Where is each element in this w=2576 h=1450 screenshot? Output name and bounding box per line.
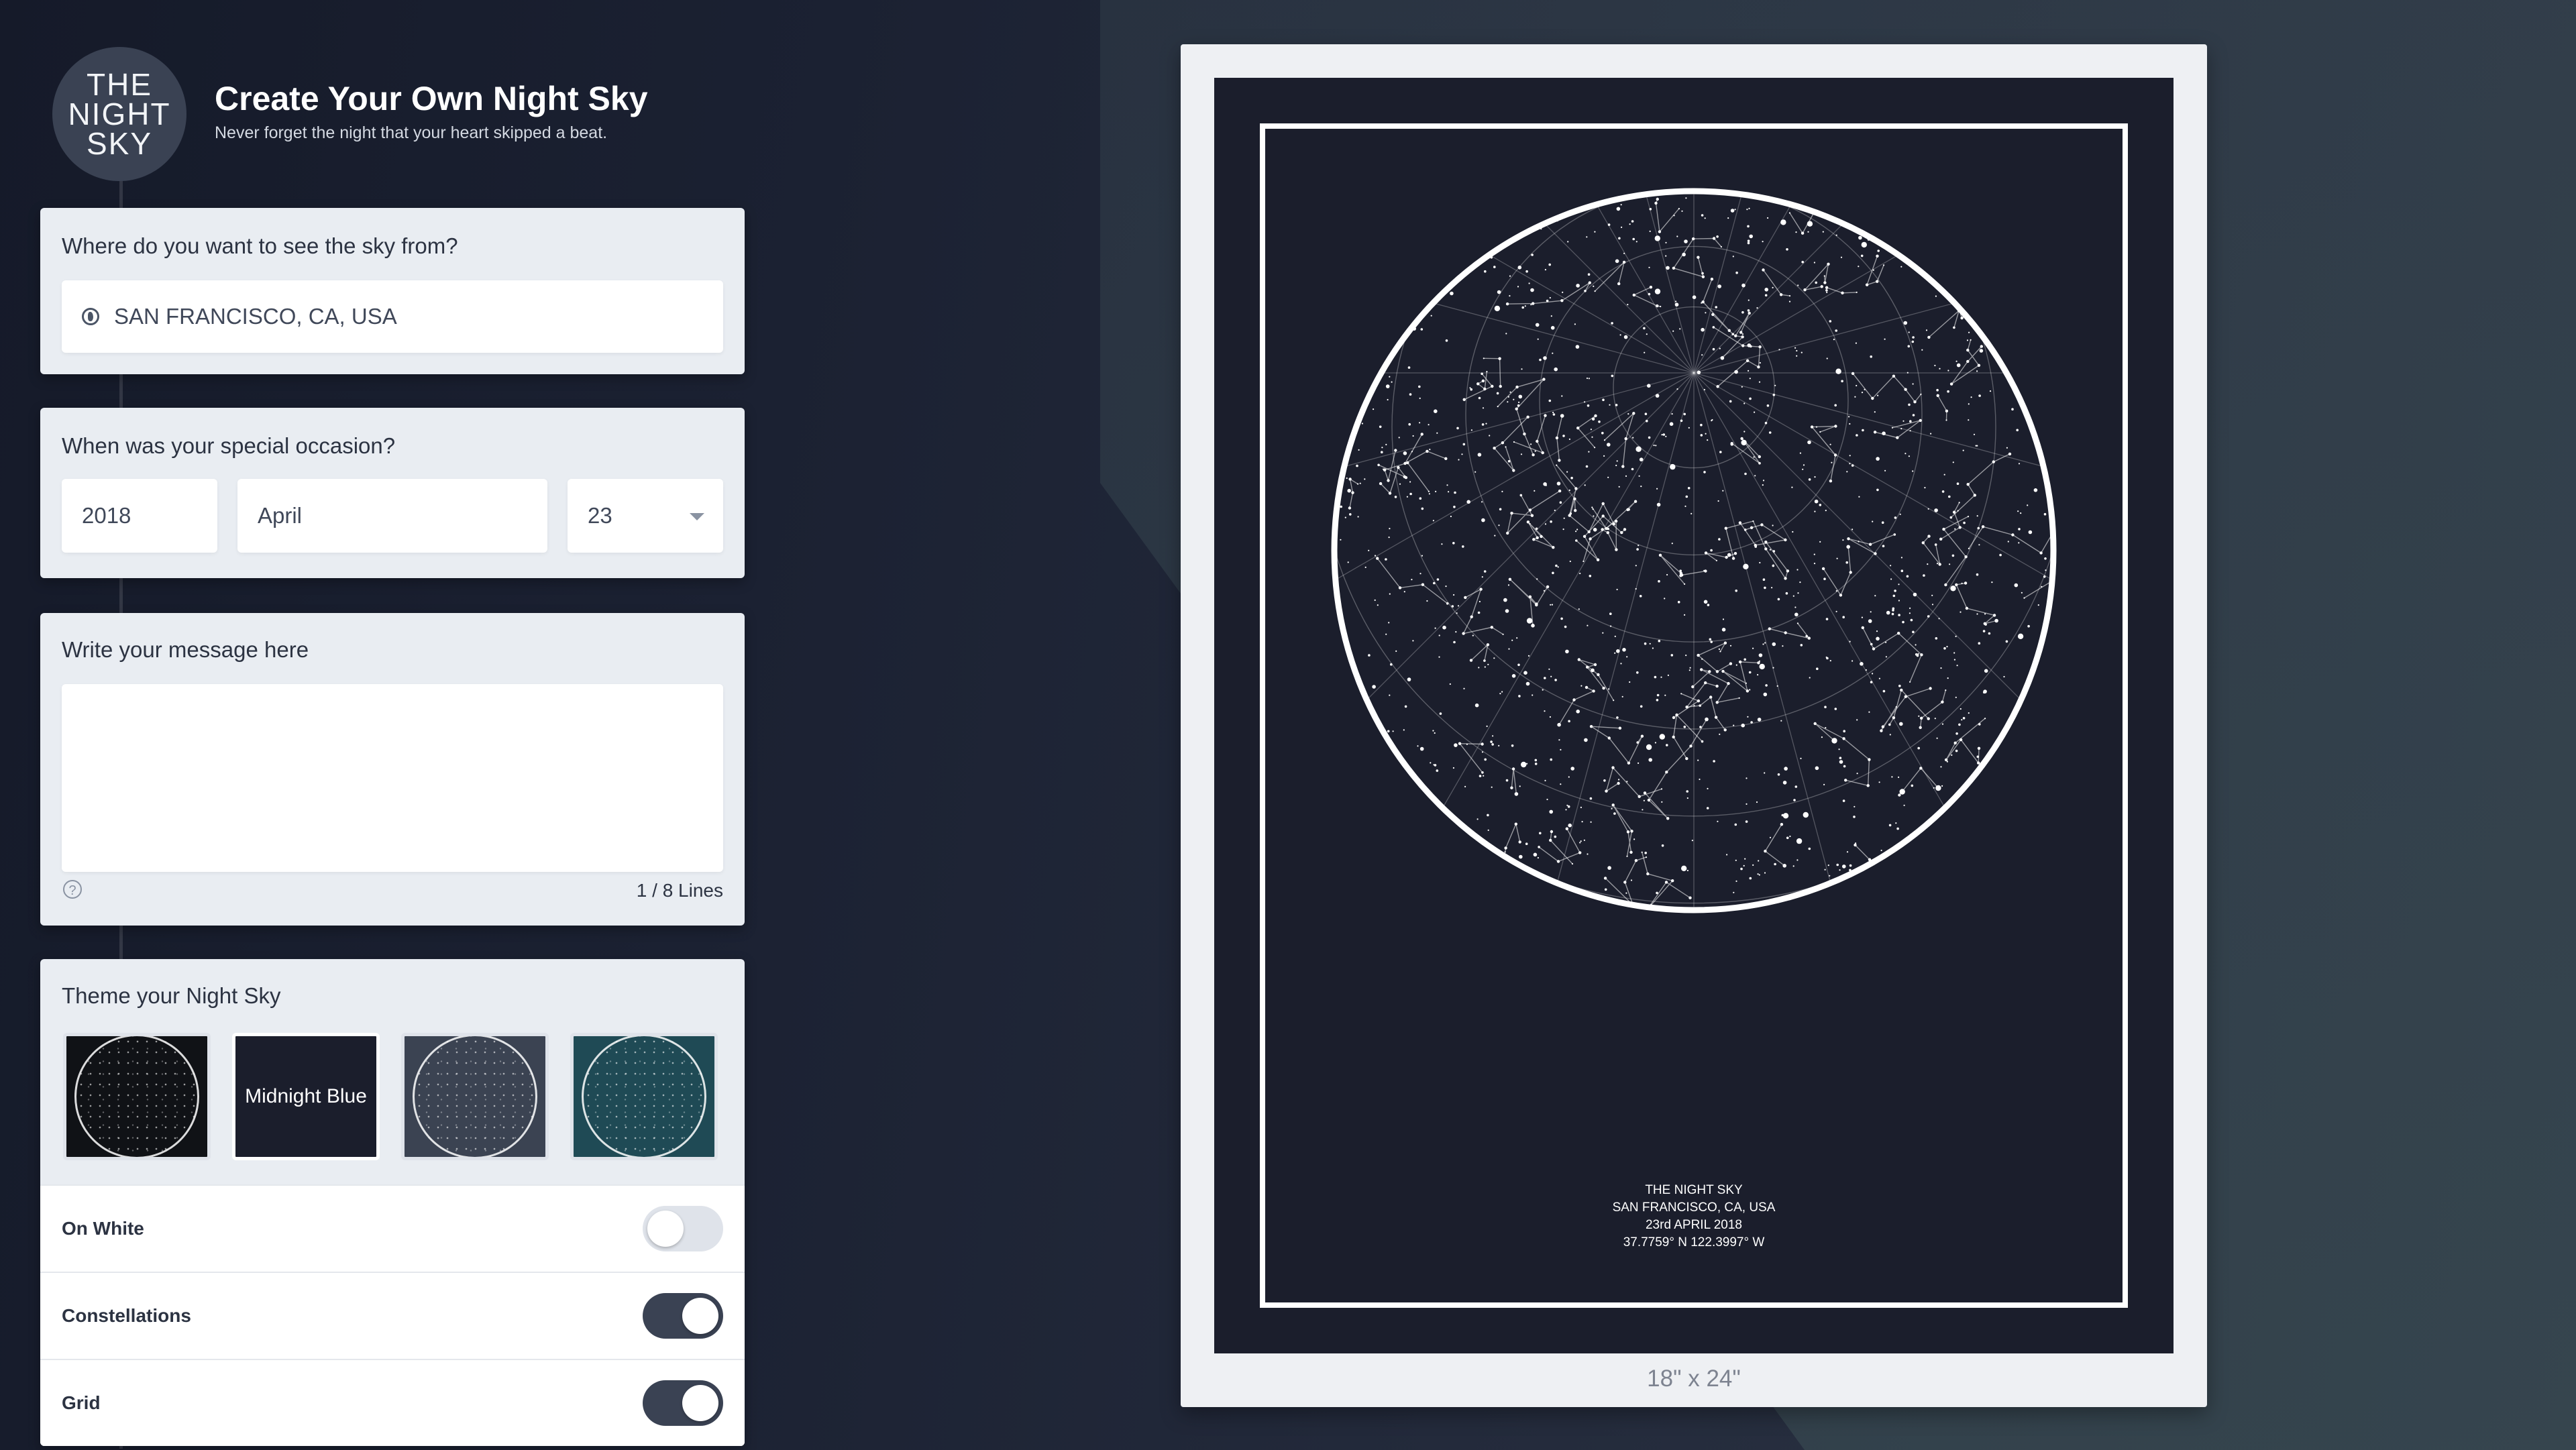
logo-line-3: SKY [86, 126, 153, 161]
constellations-toggle[interactable] [643, 1293, 723, 1339]
sky-thumbnail [582, 1036, 706, 1157]
poster-preview: THE NIGHT SKY SAN FRANCISCO, CA, USA 23r… [1214, 78, 2174, 1353]
star-map [1331, 188, 2057, 913]
location-input[interactable]: SAN FRANCISCO, CA, USA [62, 280, 723, 353]
theme-swatch-slate[interactable] [401, 1033, 549, 1160]
month-value: April [258, 503, 303, 528]
globe-icon [82, 308, 99, 325]
year-value: 2018 [82, 503, 131, 528]
logo-line-2: NIGHT [68, 97, 171, 131]
toggle-knob [647, 1211, 684, 1247]
line-count: 1 / 8 Lines [636, 880, 723, 901]
theme-swatch-midnight-blue[interactable]: Midnight Blue [232, 1033, 380, 1160]
theme-label: Theme your Night Sky [62, 983, 281, 1008]
day-value: 23 [588, 503, 612, 528]
page-subtitle: Never forget the night that your heart s… [215, 123, 608, 142]
help-icon[interactable]: ? [63, 880, 82, 899]
poster-caption: THE NIGHT SKY SAN FRANCISCO, CA, USA 23r… [1214, 1182, 2174, 1251]
poster-size-label: 18" x 24" [1647, 1365, 1741, 1392]
caption-title: THE NIGHT SKY [1645, 1183, 1743, 1197]
location-label: Where do you want to see the sky from? [62, 233, 458, 258]
message-label: Write your message here [62, 637, 309, 662]
sky-thumbnail [74, 1036, 199, 1157]
page-title: Create Your Own Night Sky [215, 80, 648, 117]
message-card: Write your message here ? 1 / 8 Lines [40, 613, 745, 926]
caption-coordinates: 37.7759° N 122.3997° W [1623, 1235, 1765, 1249]
location-card: Where do you want to see the sky from? S… [40, 208, 745, 374]
theme-swatch-label: Midnight Blue [245, 1085, 367, 1107]
grid-toggle[interactable] [643, 1380, 723, 1426]
toggle-label-on-white: On White [62, 1218, 144, 1239]
poster-frame: THE NIGHT SKY SAN FRANCISCO, CA, USA 23r… [1181, 44, 2207, 1407]
message-textarea[interactable] [62, 684, 723, 872]
theme-swatch-teal[interactable] [570, 1033, 718, 1160]
chevron-down-icon [690, 513, 704, 520]
theme-card: Theme your Night Sky Midnight Blue On Wh… [40, 959, 745, 1446]
caption-location: SAN FRANCISCO, CA, USA [1612, 1201, 1776, 1215]
logo: THE NIGHT SKY [52, 47, 186, 181]
sky-thumbnail [413, 1036, 537, 1157]
caption-date: 23rd APRIL 2018 [1645, 1218, 1742, 1232]
day-select[interactable]: 23 [568, 479, 723, 553]
toggle-knob [682, 1385, 718, 1421]
month-select[interactable]: April [237, 479, 547, 553]
year-select[interactable]: 2018 [62, 479, 217, 553]
toggle-row-grid: Grid [40, 1359, 745, 1446]
theme-swatch-black[interactable] [63, 1033, 211, 1160]
occasion-label: When was your special occasion? [62, 433, 396, 458]
logo-line-1: THE [87, 67, 152, 102]
location-value: SAN FRANCISCO, CA, USA [114, 304, 397, 329]
occasion-card: When was your special occasion? 2018 Apr… [40, 408, 745, 578]
toggle-knob [682, 1298, 718, 1334]
toggle-label-grid: Grid [62, 1392, 101, 1413]
toggle-row-on-white: On White [40, 1184, 745, 1272]
toggle-row-constellations: Constellations [40, 1272, 745, 1359]
toggle-label-constellations: Constellations [62, 1305, 191, 1326]
on-white-toggle[interactable] [643, 1206, 723, 1251]
